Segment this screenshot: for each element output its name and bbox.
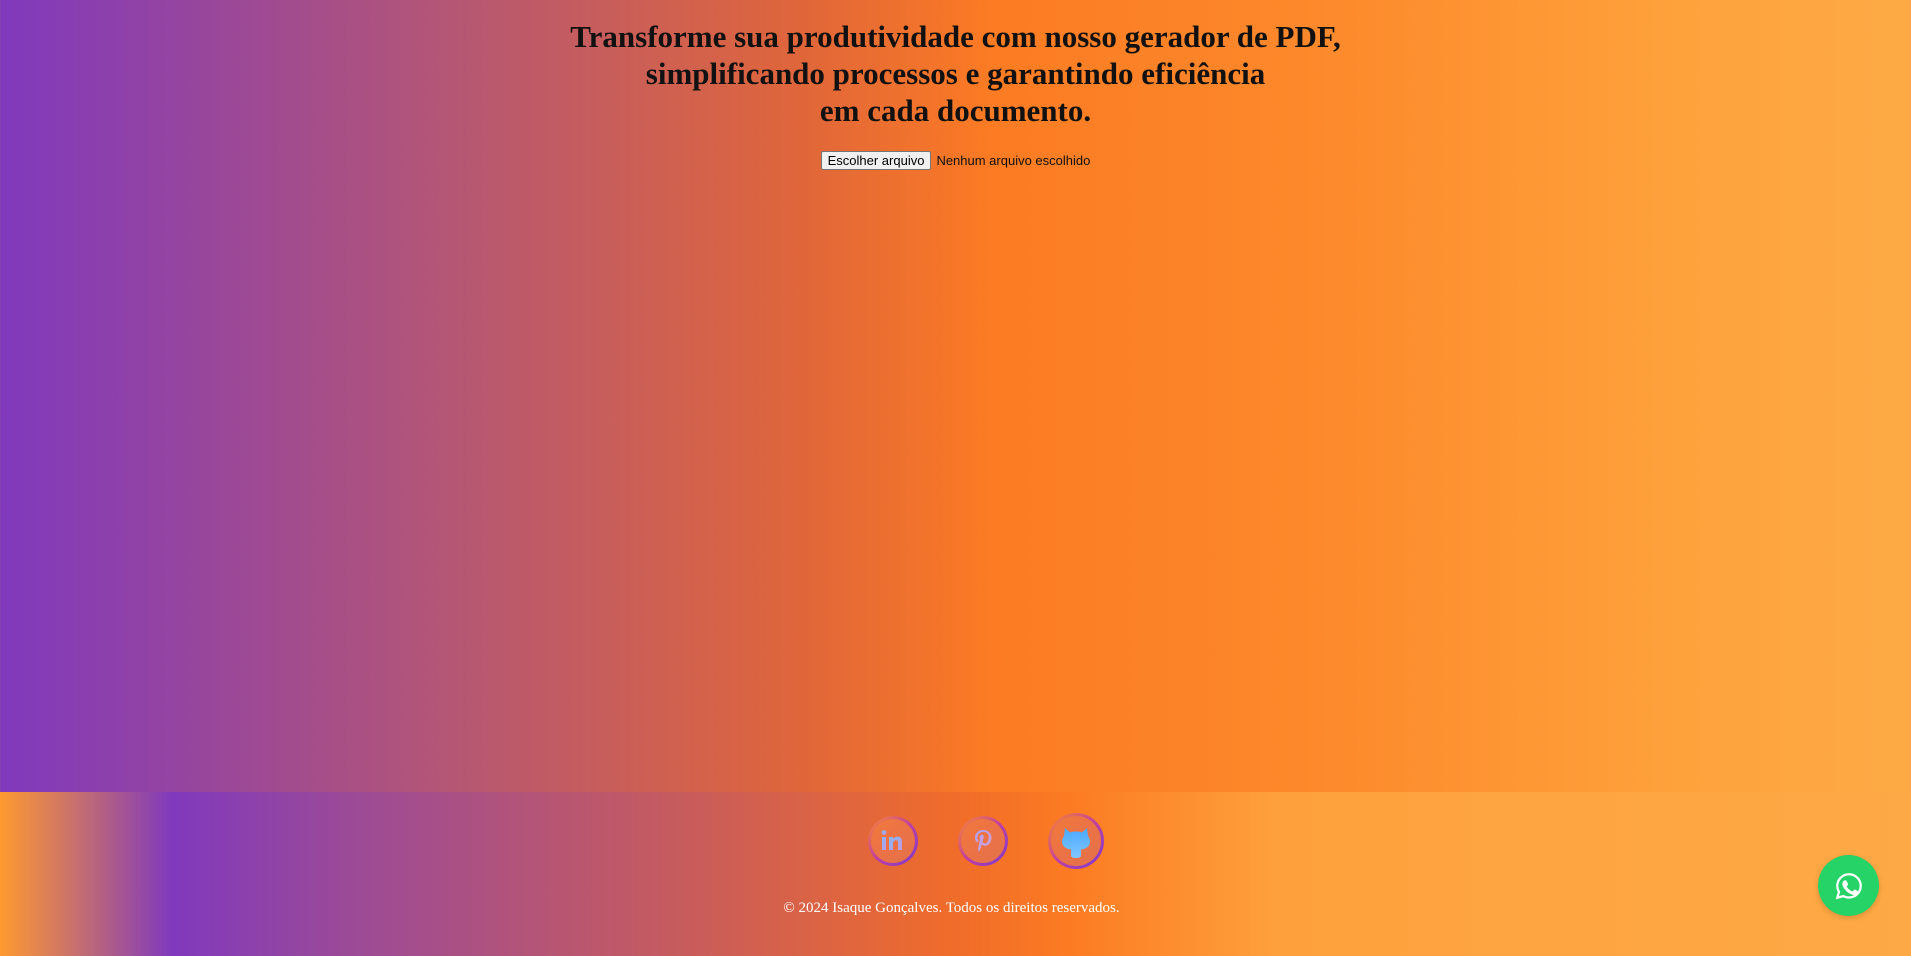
whatsapp-icon [1835,872,1862,899]
linkedin-icon [881,830,902,850]
github-icon [1061,828,1090,858]
hero-section: Transforme sua produtividade com nosso g… [0,18,1911,170]
social-links [30,816,1911,869]
page-headline: Transforme sua produtividade com nosso g… [0,18,1911,129]
headline-line-2: simplificando processos e garantindo efi… [645,56,1266,91]
pinterest-icon [974,830,991,852]
headline-line-1: Transforme sua produtividade com nosso g… [570,19,1341,54]
github-link[interactable] [1048,813,1104,869]
linkedin-link[interactable] [868,816,918,866]
whatsapp-button[interactable] [1818,855,1879,916]
footer: © 2024 Isaque Gonçalves. Todos os direit… [0,792,1911,956]
pinterest-link[interactable] [958,816,1008,866]
copyright-text: © 2024 Isaque Gonçalves. Todos os direit… [783,900,1120,916]
file-upload-control: Escolher arquivo Nenhum arquivo escolhid… [0,151,1911,170]
choose-file-button[interactable]: Escolher arquivo [820,151,932,170]
headline-line-3: em cada documento. [819,93,1092,128]
file-status-text: Nenhum arquivo escolhido [936,153,1091,168]
